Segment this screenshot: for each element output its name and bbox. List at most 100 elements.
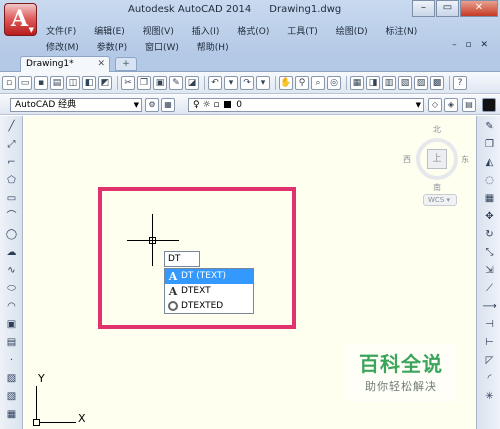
break-icon[interactable]: ⊣: [482, 318, 497, 332]
color-control-icon[interactable]: [482, 98, 496, 112]
zoom-window-icon[interactable]: ⌕: [311, 76, 325, 90]
autocomplete-item-dtext[interactable]: A DTEXT: [165, 284, 253, 299]
application-menu-button[interactable]: A ▼: [4, 3, 37, 36]
menu-tools[interactable]: 工具(T): [287, 24, 318, 37]
workspace-settings-icon[interactable]: ⚙: [145, 98, 159, 112]
line-icon[interactable]: ╱: [4, 120, 19, 134]
rectangle-icon[interactable]: ▭: [4, 192, 19, 206]
menu-format[interactable]: 格式(O): [237, 24, 269, 37]
zoom-previous-icon[interactable]: ◎: [327, 76, 341, 90]
viewcube-top-face[interactable]: 上: [427, 149, 447, 169]
viewcube-north-label[interactable]: 北: [433, 124, 441, 135]
quickcalc-icon[interactable]: ▩: [430, 76, 444, 90]
menu-edit[interactable]: 编辑(E): [94, 24, 125, 37]
undo-icon[interactable]: ↶: [208, 76, 222, 90]
menu-modify[interactable]: 修改(M): [46, 40, 79, 53]
tool-palettes-icon[interactable]: ▥: [382, 76, 396, 90]
zoom-realtime-icon[interactable]: ⚲: [295, 76, 309, 90]
spline-icon[interactable]: ∿: [4, 264, 19, 278]
polyline-icon[interactable]: ⌐: [4, 156, 19, 170]
block-editor-icon[interactable]: ◪: [185, 76, 199, 90]
close-tab-icon[interactable]: ✕: [97, 57, 105, 72]
chamfer-icon[interactable]: ◸: [482, 354, 497, 368]
revision-cloud-icon[interactable]: ☁: [4, 246, 19, 260]
markup-icon[interactable]: ▨: [414, 76, 428, 90]
save-icon[interactable]: ▪: [34, 76, 48, 90]
trim-icon[interactable]: ⟋: [482, 282, 497, 296]
wcs-menu[interactable]: WCS ▾: [423, 194, 457, 206]
menu-view[interactable]: 视图(V): [143, 24, 174, 37]
restore-button[interactable]: ▭: [436, 0, 459, 17]
rotate-icon[interactable]: ↻: [482, 228, 497, 242]
make-current-layer-icon[interactable]: ◇: [428, 98, 442, 112]
3d-dwf-icon[interactable]: ◩: [98, 76, 112, 90]
layer-select[interactable]: ♀ ☼ ▫ 0 ▼: [188, 98, 424, 112]
new-icon[interactable]: ▫: [2, 76, 16, 90]
layer-previous-icon[interactable]: ◈: [444, 98, 458, 112]
menu-insert[interactable]: 插入(I): [192, 24, 220, 37]
close-button[interactable]: ✕: [460, 0, 498, 17]
extend-icon[interactable]: ⟶: [482, 300, 497, 314]
menu-window[interactable]: 窗口(W): [145, 40, 179, 53]
copy-icon[interactable]: ❐: [137, 76, 151, 90]
viewcube[interactable]: 北 西 东 南 上 WCS ▾: [403, 124, 474, 214]
make-block-icon[interactable]: ▤: [4, 336, 19, 350]
properties-icon[interactable]: ▦: [350, 76, 364, 90]
ellipse-icon[interactable]: ⬭: [4, 282, 19, 296]
table-icon[interactable]: ▦: [4, 408, 19, 422]
insert-block-icon[interactable]: ▣: [4, 318, 19, 332]
print-icon[interactable]: ▤: [50, 76, 64, 90]
layer-state-icon[interactable]: ▤: [462, 98, 476, 112]
cut-icon[interactable]: ✂: [121, 76, 135, 90]
viewcube-west-label[interactable]: 西: [403, 154, 411, 165]
menu-file[interactable]: 文件(F): [46, 24, 76, 37]
stretch-icon[interactable]: ⇲: [482, 264, 497, 278]
mdi-restore-button[interactable]: ▫: [465, 40, 471, 50]
circle-icon[interactable]: ◯: [4, 228, 19, 242]
scale-icon[interactable]: ⤡: [482, 246, 497, 260]
paste-icon[interactable]: ▣: [153, 76, 167, 90]
arc-icon[interactable]: ⌒: [4, 210, 19, 224]
mdi-minimize-button[interactable]: –: [452, 40, 457, 50]
design-center-icon[interactable]: ◨: [366, 76, 380, 90]
workspace-select[interactable]: AutoCAD 经典 ▼: [10, 98, 142, 112]
erase-icon[interactable]: ✎: [482, 120, 497, 134]
ellipse-arc-icon[interactable]: ◠: [4, 300, 19, 314]
move-icon[interactable]: ✥: [482, 210, 497, 224]
join-icon[interactable]: ⊢: [482, 336, 497, 350]
mirror-icon[interactable]: ◭: [482, 156, 497, 170]
redo-dropdown-icon[interactable]: ▾: [256, 76, 270, 90]
offset-icon[interactable]: ◌: [482, 174, 497, 188]
mdi-close-button[interactable]: ✕: [480, 40, 488, 50]
viewcube-south-label[interactable]: 南: [433, 182, 441, 193]
autocomplete-item-dt-text[interactable]: A DT (TEXT): [165, 269, 253, 284]
layer-properties-icon[interactable]: ▦: [161, 98, 175, 112]
construction-line-icon[interactable]: ⤢: [4, 138, 19, 152]
fillet-icon[interactable]: ◜: [482, 372, 497, 386]
menu-dimension[interactable]: 标注(N): [386, 24, 418, 37]
array-icon[interactable]: ▦: [482, 192, 497, 206]
drawing-canvas[interactable]: 北 西 东 南 上 WCS ▾ DT A DT (TEXT) A DTEXT D…: [24, 116, 476, 429]
dynamic-command-input[interactable]: DT: [164, 251, 200, 267]
print-preview-icon[interactable]: ◫: [66, 76, 80, 90]
menu-help[interactable]: 帮助(H): [197, 40, 229, 53]
undo-dropdown-icon[interactable]: ▾: [224, 76, 238, 90]
tab-drawing1[interactable]: Drawing1* ✕: [20, 56, 110, 72]
menu-parametric[interactable]: 参数(P): [97, 40, 127, 53]
pan-icon[interactable]: ✋: [279, 76, 293, 90]
explode-icon[interactable]: ✳: [482, 390, 497, 404]
match-properties-icon[interactable]: ✎: [169, 76, 183, 90]
new-tab-button[interactable]: +: [115, 57, 137, 71]
autocomplete-item-dtexted[interactable]: DTEXTED: [165, 299, 253, 314]
gradient-icon[interactable]: ▧: [4, 390, 19, 404]
menu-draw[interactable]: 绘图(D): [336, 24, 368, 37]
point-icon[interactable]: ·: [4, 354, 19, 368]
help-icon[interactable]: ?: [453, 76, 467, 90]
sheet-set-icon[interactable]: ▧: [398, 76, 412, 90]
hatch-icon[interactable]: ▨: [4, 372, 19, 386]
viewcube-east-label[interactable]: 东: [461, 154, 469, 165]
redo-icon[interactable]: ↷: [240, 76, 254, 90]
publish-icon[interactable]: ◧: [82, 76, 96, 90]
open-icon[interactable]: ▭: [18, 76, 32, 90]
minimize-button[interactable]: –: [412, 0, 435, 17]
